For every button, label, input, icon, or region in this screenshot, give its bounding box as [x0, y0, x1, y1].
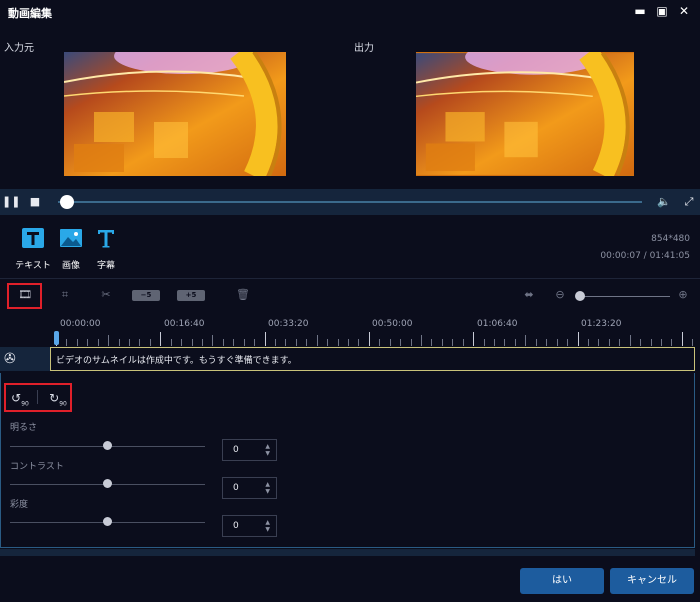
- contrast-knob[interactable]: [103, 479, 112, 488]
- rotate-divider: [37, 390, 38, 404]
- fit-width-icon[interactable]: ⬌: [520, 287, 538, 303]
- ruler-label: 01:06:40: [477, 319, 518, 329]
- forward-5-badge[interactable]: +5: [177, 290, 205, 301]
- cancel-button[interactable]: キャンセル: [610, 568, 694, 594]
- tool-image-label: 画像: [61, 261, 80, 271]
- saturation-label: 彩度: [10, 500, 29, 510]
- tool-image[interactable]: 画像: [51, 227, 91, 271]
- zoom-slider[interactable]: [576, 296, 670, 297]
- ruler-label: 01:23:20: [581, 319, 622, 329]
- rotate-left-value: 90: [21, 400, 29, 408]
- text-tool-icon: [22, 228, 44, 248]
- brightness-label: 明るさ: [10, 423, 38, 433]
- saturation-value: 0: [233, 521, 239, 531]
- divider: [0, 278, 700, 279]
- minimize-icon[interactable]: ▬: [632, 3, 648, 19]
- pause-icon[interactable]: ❚❚: [2, 194, 20, 210]
- brightness-value: 0: [233, 445, 239, 455]
- input-preview: [64, 52, 286, 176]
- contrast-stepper[interactable]: 0 ▲ ▼: [222, 477, 277, 499]
- ruler-label: 00:50:00: [372, 319, 413, 329]
- trash-icon[interactable]: 🗑: [236, 287, 250, 303]
- film-reel-icon: ✇: [4, 351, 16, 367]
- split-icon[interactable]: ✂: [98, 287, 114, 303]
- output-pane-label: 出力: [354, 43, 374, 54]
- ruler-label: 00:33:20: [268, 319, 309, 329]
- seek-knob[interactable]: [60, 195, 74, 209]
- input-pane-label: 入力元: [4, 43, 34, 54]
- resolution-readout: 854*480: [651, 234, 690, 244]
- tool-text-label: テキスト: [15, 261, 51, 271]
- contrast-label: コントラスト: [10, 462, 64, 472]
- saturation-stepper[interactable]: 0 ▲ ▼: [222, 515, 277, 537]
- playback-bar: ❚❚ ■ 🔈 ⤢: [0, 189, 700, 215]
- tool-text[interactable]: テキスト: [13, 227, 53, 271]
- window-title: 動画編集: [8, 7, 52, 20]
- crop-icon[interactable]: ⌗: [57, 287, 73, 303]
- output-preview: [416, 52, 634, 176]
- timeline-ruler[interactable]: [56, 332, 696, 346]
- rotate-right-icon[interactable]: ↻90: [48, 388, 68, 408]
- saturation-knob[interactable]: [103, 517, 112, 526]
- video-editor-dialog: 動画編集 ▬ ▣ ✕ 入力元 出力 ❚❚ ■ 🔈 ⤢ テキスト 画像 字幕 85…: [0, 0, 700, 602]
- stepper-arrows-icon[interactable]: ▲ ▼: [265, 443, 270, 457]
- video-track-clip[interactable]: ビデオのサムネイルは作成中です。もうすぐ準備できます。: [50, 347, 695, 371]
- volume-icon[interactable]: 🔈: [656, 194, 672, 210]
- stop-icon[interactable]: ■: [27, 194, 43, 210]
- ruler-label: 00:00:00: [60, 319, 101, 329]
- tool-subtitle-label: 字幕: [96, 261, 115, 271]
- stepper-arrows-icon[interactable]: ▲ ▼: [265, 519, 270, 533]
- rotate-left-icon[interactable]: ↺90: [10, 388, 30, 408]
- title-bar: 動画編集 ▬ ▣ ✕: [0, 0, 700, 26]
- seek-bar[interactable]: [58, 201, 642, 203]
- tool-subtitle[interactable]: 字幕: [86, 227, 126, 271]
- time-readout: 00:00:07 / 01:41:05: [600, 251, 690, 261]
- rewind-5-badge[interactable]: −5: [132, 290, 160, 301]
- zoom-in-icon[interactable]: ⊕: [676, 287, 690, 303]
- ok-button[interactable]: はい: [520, 568, 604, 594]
- image-tool-icon: [60, 229, 82, 247]
- contrast-value: 0: [233, 483, 239, 493]
- video-track-header: ✇: [0, 347, 50, 371]
- brightness-stepper[interactable]: 0 ▲ ▼: [222, 439, 277, 461]
- stepper-arrows-icon[interactable]: ▲ ▼: [265, 481, 270, 495]
- maximize-icon[interactable]: ▣: [654, 3, 670, 19]
- ruler-label: 00:16:40: [164, 319, 205, 329]
- thumbnail-status-message: ビデオのサムネイルは作成中です。もうすぐ準備できます。: [56, 356, 297, 366]
- playhead-marker[interactable]: [54, 331, 59, 345]
- panel-bottom-strip: [0, 549, 695, 556]
- fullscreen-icon[interactable]: ⤢: [681, 194, 697, 210]
- brightness-knob[interactable]: [103, 441, 112, 450]
- subtitle-tool-icon: [98, 230, 114, 248]
- rotate-right-value: 90: [59, 400, 67, 408]
- zoom-out-icon[interactable]: ⊖: [553, 287, 567, 303]
- zoom-knob[interactable]: [575, 291, 585, 301]
- close-icon[interactable]: ✕: [676, 3, 692, 19]
- film-strip-icon[interactable]: 🎞: [16, 287, 34, 303]
